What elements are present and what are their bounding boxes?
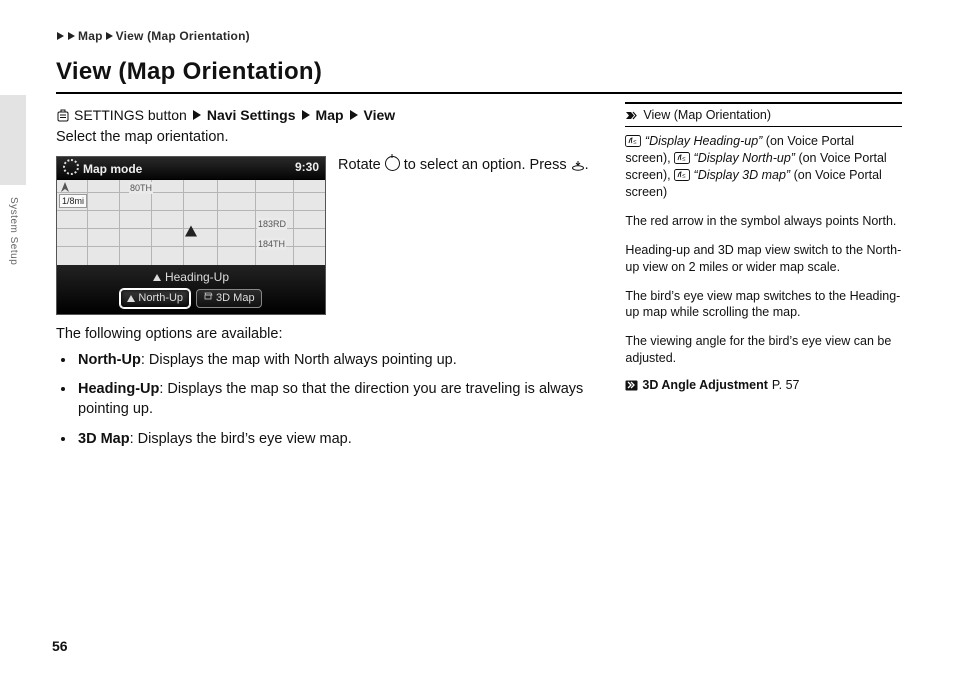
side-heading: View (Map Orientation) bbox=[625, 102, 902, 128]
screen-clock: 9:30 bbox=[295, 159, 319, 177]
north-icon bbox=[127, 295, 135, 302]
option-name: Heading-Up bbox=[78, 381, 159, 397]
option-label: North-Up bbox=[138, 291, 183, 306]
list-item: North-Up: Displays the map with North al… bbox=[76, 351, 589, 371]
options-intro: The following options are available: bbox=[56, 325, 589, 345]
push-knob-icon bbox=[571, 160, 585, 171]
gear-icon bbox=[63, 159, 79, 175]
main-column: SETTINGS button Navi Settings Map View S… bbox=[56, 102, 589, 459]
intro-text: Select the map orientation. bbox=[56, 128, 589, 148]
screen-footer: Heading-Up North-Up 3D Map bbox=[57, 265, 325, 314]
option-label: 3D Map bbox=[216, 291, 255, 306]
note-icon bbox=[625, 110, 639, 121]
svg-text:≤: ≤ bbox=[634, 140, 638, 146]
running-head-seg: Map bbox=[78, 28, 103, 44]
heading-icon bbox=[153, 274, 161, 281]
option-desc: : Displays the bird’s eye view map. bbox=[130, 431, 352, 447]
xref-page: P. 57 bbox=[772, 377, 800, 394]
page-title: View (Map Orientation) bbox=[56, 56, 902, 93]
section-tab: System Setup bbox=[0, 95, 26, 185]
options-list: North-Up: Displays the map with North al… bbox=[56, 351, 589, 449]
street-label: 184TH bbox=[257, 238, 286, 250]
cube-icon bbox=[203, 291, 213, 306]
path-arrow-icon bbox=[193, 110, 201, 120]
side-note: The bird’s eye view map switches to the … bbox=[625, 288, 902, 322]
svg-text:≤: ≤ bbox=[682, 174, 686, 180]
side-note: The red arrow in the symbol always point… bbox=[625, 213, 902, 230]
voice-cmd: “Display North-up” bbox=[694, 151, 795, 165]
voice-cmd: “Display 3D map” bbox=[694, 168, 791, 182]
screen-map: 1/8mi 80TH 183RD 184TH bbox=[57, 180, 325, 265]
street-label: 183RD bbox=[257, 218, 287, 230]
svg-text:≤: ≤ bbox=[682, 157, 686, 163]
section-tab-label: System Setup bbox=[6, 197, 20, 265]
breadcrumb-arrow-icon bbox=[68, 32, 75, 40]
menu-path-step: View bbox=[364, 106, 396, 125]
breadcrumb-arrow-icon bbox=[57, 32, 64, 40]
side-heading-text: View (Map Orientation) bbox=[643, 107, 771, 124]
option-desc: : Displays the map with North always poi… bbox=[141, 352, 457, 368]
option-name: 3D Map bbox=[78, 431, 130, 447]
street-label: 80TH bbox=[129, 182, 153, 194]
path-arrow-icon bbox=[350, 110, 358, 120]
option-3d-map: 3D Map bbox=[196, 289, 262, 308]
screen-mode-label: Map mode bbox=[83, 162, 142, 176]
rotary-dial-icon bbox=[385, 156, 400, 171]
xref-icon bbox=[625, 380, 638, 391]
option-name: North-Up bbox=[78, 352, 141, 368]
voice-icon: ≤ bbox=[674, 152, 690, 164]
side-note: The viewing angle for the bird’s eye vie… bbox=[625, 333, 902, 367]
instruction-text: Rotate to select an option. Press . bbox=[338, 156, 589, 176]
page-number: 56 bbox=[52, 637, 68, 656]
manual-page: System Setup Map View (Map Orientation) … bbox=[0, 0, 954, 674]
cross-reference: 3D Angle Adjustment P. 57 bbox=[625, 377, 902, 394]
settings-button-icon bbox=[56, 108, 70, 122]
voice-cmd: “Display Heading-up” bbox=[645, 134, 762, 148]
side-column: View (Map Orientation) ≤ “Display Headin… bbox=[625, 102, 902, 459]
menu-path-step: Map bbox=[316, 106, 344, 125]
side-note: Heading-up and 3D map view switch to the… bbox=[625, 242, 902, 276]
instruction-part: Rotate bbox=[338, 157, 385, 173]
list-item: Heading-Up: Displays the map so that the… bbox=[76, 380, 589, 419]
option-north-up: North-Up bbox=[120, 289, 190, 308]
voice-icon: ≤ bbox=[674, 169, 690, 181]
voice-commands: ≤ “Display Heading-up” (on Voice Portal … bbox=[625, 133, 902, 201]
current-heading-label: Heading-Up bbox=[165, 269, 229, 285]
screen-scale: 1/8mi bbox=[59, 194, 87, 208]
menu-path-step: Navi Settings bbox=[207, 106, 296, 125]
list-item: 3D Map: Displays the bird’s eye view map… bbox=[76, 430, 589, 450]
menu-path: SETTINGS button Navi Settings Map View bbox=[56, 106, 589, 125]
instruction-part: . bbox=[585, 157, 589, 173]
screen-mock: Map mode 9:30 bbox=[56, 156, 326, 315]
running-head-seg: View (Map Orientation) bbox=[116, 28, 250, 44]
voice-icon: ≤ bbox=[625, 135, 641, 147]
xref-label: 3D Angle Adjustment bbox=[642, 377, 767, 394]
instruction-part: to select an option. Press bbox=[400, 157, 571, 173]
breadcrumb-arrow-icon bbox=[106, 32, 113, 40]
vehicle-marker-icon bbox=[185, 226, 197, 237]
path-arrow-icon bbox=[302, 110, 310, 120]
menu-path-step: SETTINGS button bbox=[74, 106, 187, 125]
screen-titlebar: Map mode 9:30 bbox=[57, 157, 325, 180]
running-head: Map View (Map Orientation) bbox=[56, 28, 902, 44]
